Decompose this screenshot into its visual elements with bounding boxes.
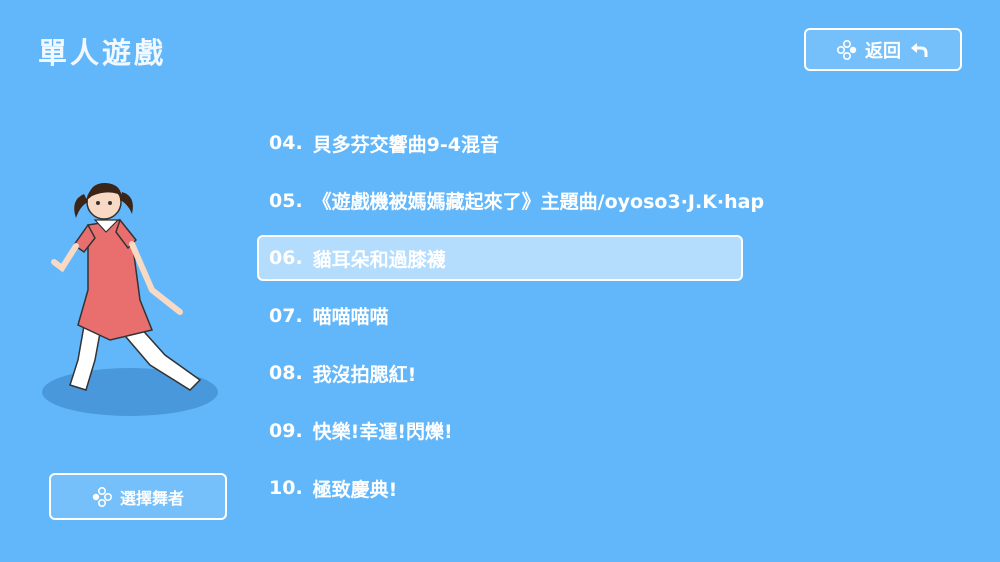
song-number: 06. xyxy=(269,247,303,269)
song-list-item[interactable]: 06. 貓耳朵和過膝襪 xyxy=(257,235,743,281)
dancer-character-image xyxy=(42,182,218,416)
song-title: 貝多芬交響曲9-4混音 xyxy=(312,133,499,156)
song-list-item[interactable]: 08. 我沒拍腮紅! xyxy=(257,350,743,396)
song-list-item[interactable]: 10. 極致慶典! xyxy=(257,465,743,511)
song-title: 快樂!幸運!閃爍! xyxy=(312,421,453,443)
back-button-label: 返回 xyxy=(865,40,901,62)
song-number: 10. xyxy=(269,477,303,499)
gamepad-buttons-icon xyxy=(92,486,112,507)
select-dancer-label: 選擇舞者 xyxy=(119,488,184,508)
song-number: 05. xyxy=(269,189,303,212)
song-list-item[interactable]: 05. 《遊戲機被媽媽藏起來了》主題曲/oyoso3·J.K·hap xyxy=(257,178,764,224)
song-number: 04. xyxy=(269,132,303,154)
song-list-item[interactable]: 04. 貝多芬交響曲9-4混音 xyxy=(257,120,743,166)
song-number: 08. xyxy=(269,362,303,384)
song-list-item[interactable]: 09. 快樂!幸運!閃爍! xyxy=(257,408,743,454)
song-title: 極致慶典! xyxy=(312,478,398,501)
page-title: 單人遊戲 xyxy=(38,36,167,70)
song-list-item[interactable]: 07. 喵喵喵喵 xyxy=(257,293,743,339)
song-title: 我沒拍腮紅! xyxy=(312,363,417,386)
song-title: 貓耳朵和過膝襪 xyxy=(312,248,446,271)
return-arrow-icon xyxy=(911,42,928,57)
gamepad-buttons-icon xyxy=(837,39,857,60)
select-dancer-button[interactable]: 選擇舞者 xyxy=(49,473,227,520)
song-number: 07. xyxy=(269,304,303,327)
song-title: 喵喵喵喵 xyxy=(312,306,389,328)
song-title: 《遊戲機被媽媽藏起來了》主題曲/oyoso3·J.K·hap xyxy=(312,191,765,213)
song-number: 09. xyxy=(269,419,303,442)
back-button[interactable]: 返回 xyxy=(804,28,962,71)
